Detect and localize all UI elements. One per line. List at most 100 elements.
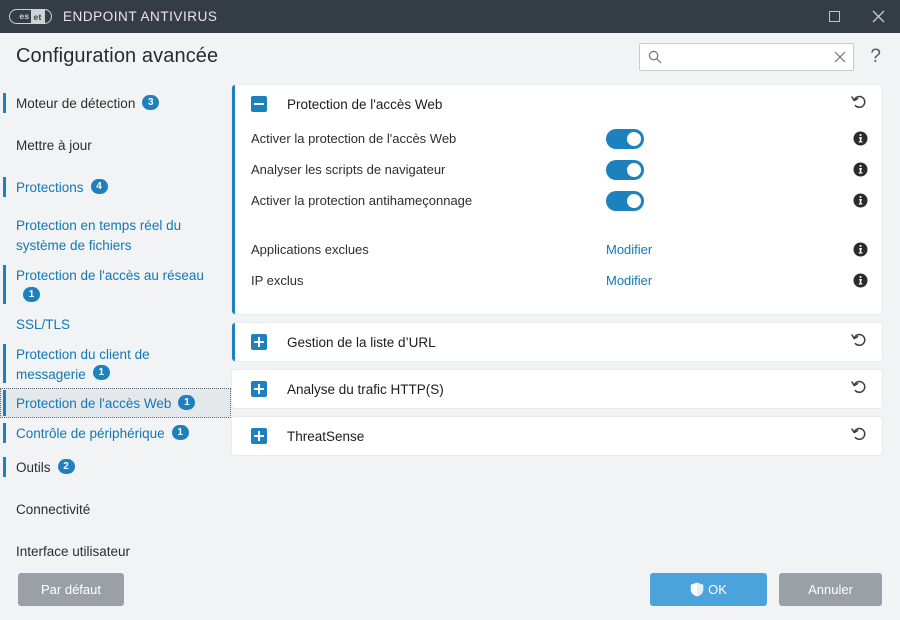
sidebar-item-8[interactable]: Contrôle de périphérique 1 xyxy=(0,418,231,448)
sidebar-item-1[interactable]: Mettre à jour xyxy=(0,130,231,160)
sidebar-item-7[interactable]: Protection de l'accès Web 1 xyxy=(0,388,231,419)
default-button[interactable]: Par défaut xyxy=(18,572,124,606)
setting-label: Applications exclues xyxy=(251,242,369,257)
reset-arrow-icon[interactable] xyxy=(851,425,868,447)
search-input[interactable] xyxy=(666,49,831,64)
window-controls xyxy=(812,0,900,33)
expand-icon[interactable] xyxy=(251,381,267,397)
sidebar-item-badge: 3 xyxy=(142,94,160,110)
reset-arrow-icon[interactable] xyxy=(851,93,868,115)
sidebar-item-label: Mettre à jour xyxy=(16,137,92,153)
setting-control: Modifier xyxy=(606,273,726,288)
info-icon[interactable] xyxy=(853,162,868,177)
sidebar-item-2[interactable]: Protections 4 xyxy=(0,172,231,202)
footer-primary-actions: OK Annuler xyxy=(650,572,882,606)
row-spacer xyxy=(251,216,868,234)
card-title: Gestion de la liste d’URL xyxy=(287,334,436,350)
settings-card-2: Analyse du trafic HTTP(S) xyxy=(232,370,882,408)
eset-logo: es et xyxy=(9,9,52,24)
sidebar: Moteur de détection 3 Mettre à jour Protect… xyxy=(0,80,231,558)
maximize-glyph xyxy=(828,11,840,22)
card-header[interactable]: Gestion de la liste d’URL xyxy=(232,323,882,361)
card-title: ThreatSense xyxy=(287,428,365,444)
sidebar-item-4[interactable]: Protection de l'accès au réseau 1 xyxy=(0,260,231,309)
eset-logo-right: et xyxy=(31,10,45,23)
sidebar-item-label: Protections xyxy=(16,179,84,195)
shield-icon xyxy=(690,582,704,597)
header-actions: ? xyxy=(639,42,884,71)
search-box[interactable] xyxy=(639,42,855,71)
toggle-switch[interactable] xyxy=(606,190,644,211)
sidebar-item-6[interactable]: Protection du client de messagerie 1 xyxy=(0,339,231,389)
toggle-switch[interactable] xyxy=(606,159,644,180)
collapse-icon[interactable] xyxy=(251,96,267,112)
card-title: Analyse du trafic HTTP(S) xyxy=(287,381,444,397)
card-header[interactable]: Analyse du trafic HTTP(S) xyxy=(232,370,882,408)
modify-link[interactable]: Modifier xyxy=(606,242,652,257)
toggle-knob xyxy=(627,162,641,177)
sidebar-item-label: Connectivité xyxy=(16,502,91,518)
setting-row: Activer la protection de l'accès Web xyxy=(251,123,868,154)
info-icon[interactable] xyxy=(853,193,868,208)
expand-icon[interactable] xyxy=(251,428,267,444)
page-title: Configuration avancée xyxy=(16,45,219,67)
sidebar-item-badge: 1 xyxy=(23,286,40,302)
setting-control: Modifier xyxy=(606,242,726,257)
toggle-knob xyxy=(627,131,641,146)
info-icon[interactable] xyxy=(853,273,868,288)
setting-label: Analyser les scripts de navigateur xyxy=(251,162,446,177)
sidebar-item-0[interactable]: Moteur de détection 3 xyxy=(0,88,231,118)
setting-label: IP exclus xyxy=(251,273,304,288)
card-header[interactable]: ThreatSense xyxy=(232,417,882,455)
toggle-knob xyxy=(627,193,641,208)
setting-label: Activer la protection de l'accès Web xyxy=(251,131,457,146)
setting-control xyxy=(606,190,726,211)
expand-icon[interactable] xyxy=(251,334,267,350)
cancel-button[interactable]: Annuler xyxy=(779,572,882,606)
card-header[interactable]: Protection de l'accès Web xyxy=(232,85,882,123)
sidebar-item-9[interactable]: Outils 2 xyxy=(0,452,231,482)
sidebar-item-5[interactable]: SSL/TLS xyxy=(0,309,231,339)
search-icon xyxy=(649,50,662,63)
sidebar-item-label: Protection du client de messagerie xyxy=(16,346,150,382)
setting-label: Activer la protection antihameçonnage xyxy=(251,193,473,208)
eset-logo-left: es xyxy=(19,11,30,21)
settings-card-3: ThreatSense xyxy=(232,417,882,455)
settings-content: Protection de l'accès Web Activer la prot… xyxy=(231,80,900,558)
setting-row: Applications exclues Modifier xyxy=(251,234,868,265)
maximize-icon[interactable] xyxy=(812,0,856,33)
setting-row: IP exclus Modifier xyxy=(251,265,868,296)
reset-arrow-icon[interactable] xyxy=(851,378,868,400)
reset-arrow-icon[interactable] xyxy=(851,331,868,353)
sidebar-item-badge: 4 xyxy=(90,178,108,194)
sidebar-item-badge: 1 xyxy=(92,365,110,381)
body: Moteur de détection 3 Mettre à jour Protect… xyxy=(0,80,900,558)
sidebar-item-label: Outils xyxy=(16,460,51,476)
sidebar-item-badge: 2 xyxy=(57,459,75,475)
title-bar: es et ENDPOINT ANTIVIRUS xyxy=(0,0,900,33)
toggle-switch[interactable] xyxy=(606,128,644,149)
setting-control xyxy=(606,128,726,149)
help-button[interactable]: ? xyxy=(867,47,884,66)
sidebar-item-3[interactable]: Protection en temps réel du système de f… xyxy=(0,210,231,260)
info-icon[interactable] xyxy=(853,131,868,146)
sidebar-item-11[interactable]: Interface utilisateur xyxy=(0,536,231,558)
ok-button[interactable]: OK xyxy=(650,572,767,606)
close-icon[interactable] xyxy=(856,0,900,33)
clear-icon[interactable] xyxy=(834,51,846,63)
sidebar-item-10[interactable]: Connectivité xyxy=(0,494,231,524)
setting-row: Activer la protection antihameçonnage xyxy=(251,185,868,216)
sidebar-item-label: Protection de l'accès au réseau xyxy=(16,267,204,283)
setting-control xyxy=(606,159,726,180)
sidebar-item-label: Interface utilisateur xyxy=(16,544,131,558)
app-title: ENDPOINT ANTIVIRUS xyxy=(63,9,218,24)
sidebar-item-label: SSL/TLS xyxy=(16,316,71,332)
info-icon[interactable] xyxy=(853,242,868,257)
modify-link[interactable]: Modifier xyxy=(606,273,652,288)
footer: Par défaut OK Annuler xyxy=(0,558,900,620)
